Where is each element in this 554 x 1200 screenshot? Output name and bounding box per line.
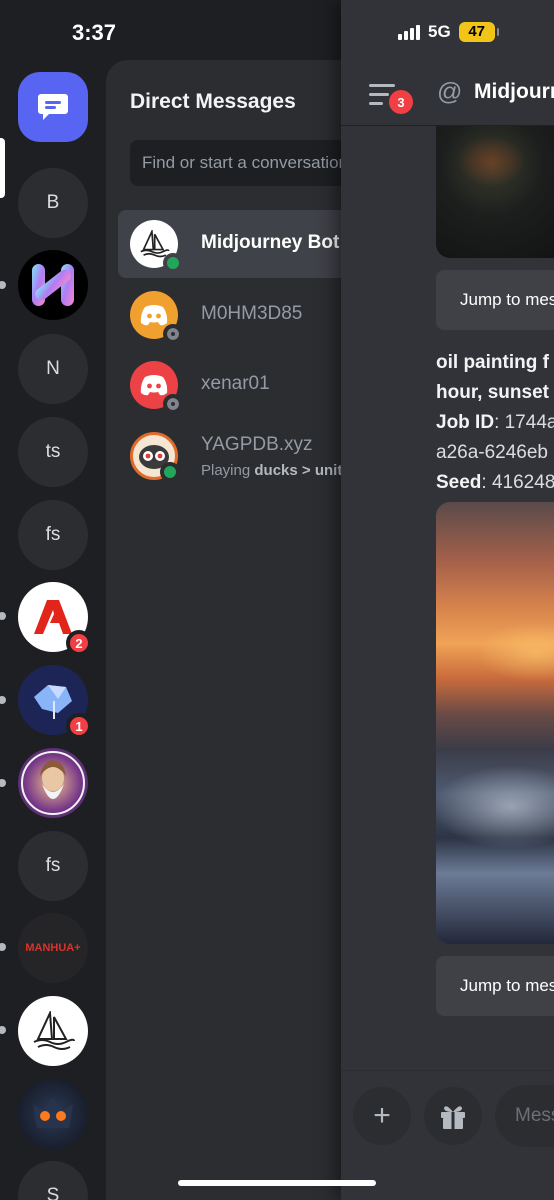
dm-name: YAGPDB.xyz [201, 434, 313, 455]
seed-line: Seed: 416248 [436, 468, 554, 498]
dm-item-xenar01[interactable]: xenar01 [118, 351, 356, 419]
crystal-logo-icon [34, 685, 72, 719]
network-type: 5G [428, 22, 451, 41]
avatar [130, 220, 183, 273]
signal-icon [398, 24, 420, 40]
online-status-icon [163, 253, 183, 273]
sailboat-icon [140, 230, 170, 258]
generated-image[interactable] [436, 126, 554, 258]
mention-badge: 2 [66, 630, 92, 656]
unread-badge: 3 [389, 90, 413, 114]
server-logo-icon [32, 264, 74, 306]
status-icons: 5G 47 [398, 22, 499, 42]
dm-item-midjourney-bot[interactable]: Midjourney Bot [118, 210, 356, 278]
avatar [130, 432, 180, 482]
search-input[interactable]: Find or start a conversation [130, 140, 356, 186]
online-status-icon [160, 462, 180, 482]
server-fs[interactable]: fs [18, 500, 88, 570]
add-attachment-button[interactable]: + [353, 1087, 411, 1145]
unread-dot [0, 943, 6, 951]
server-initials: fs [45, 855, 61, 876]
dm-name: xenar01 [201, 373, 270, 394]
server-midjourney[interactable] [18, 996, 88, 1066]
battery-icon: 47 [458, 22, 499, 42]
server-adobe[interactable]: 2 [18, 582, 92, 656]
server-manhua[interactable]: MANHUA+ [18, 913, 88, 983]
chat-panel: 3 @ Midjourney Bot Jump to message oil p… [341, 0, 554, 1200]
server-wizard[interactable] [18, 748, 88, 818]
server-crystal[interactable]: 1 [18, 665, 92, 739]
server-initials: fs [45, 524, 61, 545]
server-fs-2[interactable]: fs [18, 831, 88, 901]
unread-dot [0, 779, 6, 787]
jump-to-message-button[interactable]: Jump to message [436, 956, 554, 1016]
jump-to-message-button[interactable]: Jump to message [436, 270, 554, 330]
server-gradient-logo[interactable] [18, 250, 88, 320]
adobe-logo-icon [34, 600, 72, 634]
offline-status-icon [163, 394, 183, 414]
home-indicator[interactable] [178, 1180, 376, 1186]
gift-button[interactable] [424, 1087, 482, 1145]
page-title: Direct Messages [130, 90, 296, 113]
gift-icon [441, 1106, 465, 1129]
seed-value: : 416248 [481, 472, 554, 493]
server-b[interactable]: B [18, 168, 88, 238]
activity-status: Playing ducks > unity [201, 462, 351, 479]
direct-messages-button[interactable] [18, 72, 88, 142]
dm-name: Midjourney Bot [201, 232, 340, 253]
creature-logo-icon [33, 1098, 73, 1128]
selected-indicator [0, 138, 5, 198]
server-initials: ts [45, 441, 61, 462]
activity-prefix: Playing [201, 462, 251, 479]
manhua-logo-icon: MANHUA+ [25, 942, 81, 954]
job-id-continued: a26a-6246eb [436, 442, 548, 463]
dm-item-yagpdb[interactable]: YAGPDB.xyz Playing ducks > unity [118, 422, 356, 490]
unread-dot [0, 281, 6, 289]
chat-title: Midjourney Bot [474, 80, 554, 103]
unread-dot [0, 612, 6, 620]
mention-badge: 1 [66, 713, 92, 739]
message-input[interactable]: Message [495, 1085, 554, 1147]
at-icon: @ [437, 78, 463, 106]
job-id-value: : 1744a [494, 412, 554, 433]
chat-header: 3 @ Midjourney Bot [341, 60, 554, 126]
generated-image[interactable] [436, 502, 554, 944]
seed-label: Seed [436, 472, 482, 493]
server-initials: N [46, 358, 60, 379]
avatar [130, 361, 183, 414]
unread-dot [0, 696, 6, 704]
avatar [130, 291, 183, 344]
bot-message: oil painting f hour, sunset Job ID: 1744… [436, 348, 554, 498]
wizard-logo-icon [21, 751, 85, 815]
discord-logo-icon [140, 305, 168, 326]
server-initials: B [46, 192, 60, 213]
dm-name: M0HM3D85 [201, 303, 303, 324]
job-id-label: Job ID [436, 412, 495, 433]
discord-logo-icon [140, 375, 168, 396]
server-initials: S [46, 1185, 60, 1200]
unread-dot [0, 1026, 6, 1034]
server-dark-creature[interactable] [18, 1079, 88, 1149]
job-id-line: Job ID: 1744a [436, 408, 554, 438]
activity-name: ducks > unity [254, 462, 351, 479]
status-time: 3:37 [72, 20, 117, 45]
server-n[interactable]: N [18, 334, 88, 404]
prompt-text: hour, sunset [436, 382, 549, 403]
sailboat-icon [33, 1011, 75, 1050]
offline-status-icon [163, 324, 183, 344]
chat-bubble-icon [38, 94, 68, 120]
dm-item-m0hm3d85[interactable]: M0HM3D85 [118, 281, 356, 349]
prompt-text: oil painting f [436, 352, 549, 373]
plus-icon: + [373, 1099, 391, 1132]
direct-messages-panel: Direct Messages Find or start a conversa… [106, 60, 356, 1200]
server-rail: B N ts fs 2 1 fs MANHUA+ S [0, 60, 106, 1200]
server-s[interactable]: S [18, 1161, 88, 1200]
server-ts[interactable]: ts [18, 417, 88, 487]
